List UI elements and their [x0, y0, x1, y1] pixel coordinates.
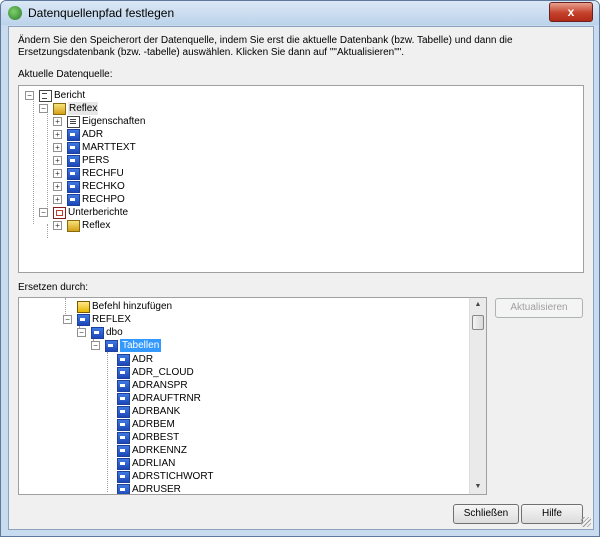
- node-label: Eigenschaften: [82, 116, 146, 127]
- node-label: PERS: [82, 155, 110, 166]
- close-window-button[interactable]: x: [549, 2, 593, 22]
- update-button[interactable]: Aktualisieren: [495, 298, 583, 318]
- app-icon: [8, 6, 22, 20]
- collapse-icon[interactable]: −: [39, 208, 48, 217]
- node-label: Tabellen: [120, 339, 162, 352]
- table-icon: [67, 194, 80, 206]
- vertical-scrollbar[interactable]: ▲ ▼: [469, 298, 486, 494]
- schema-icon: [91, 327, 104, 339]
- scroll-thumb[interactable]: [472, 315, 484, 330]
- table-icon: [117, 484, 130, 494]
- node-label: REFLEX: [92, 314, 131, 325]
- expand-icon[interactable]: +: [53, 117, 62, 126]
- replace-tree[interactable]: Befehl hinzufügen − REFLEX − dbo − Tabel…: [18, 297, 487, 495]
- properties-icon: [67, 116, 80, 128]
- table-icon: [67, 142, 80, 154]
- table-icon: [117, 458, 130, 470]
- table-icon: [117, 367, 130, 379]
- node-label: Reflex: [68, 102, 99, 115]
- node-label: RECHPO: [82, 194, 125, 205]
- resize-grip-icon[interactable]: [581, 517, 591, 527]
- collapse-icon[interactable]: −: [91, 341, 100, 350]
- node-label: ADR_CLOUD: [132, 367, 194, 378]
- node-label: MARTTEXT: [82, 142, 136, 153]
- tables-folder-icon: [105, 340, 118, 352]
- title-bar[interactable]: Datenquellenpfad festlegen x: [1, 1, 599, 25]
- node-label: ADRANSPR: [132, 380, 188, 391]
- node-label: ADRBEM: [132, 419, 175, 430]
- node-label: dbo: [106, 327, 123, 338]
- node-label: ADRKENNZ: [132, 445, 188, 456]
- database-connection-icon: [53, 103, 66, 115]
- close-button[interactable]: Schließen: [453, 504, 519, 524]
- node-label: RECHFU: [82, 168, 124, 179]
- database-icon: [77, 314, 90, 326]
- node-label: ADR: [82, 129, 104, 140]
- expand-icon[interactable]: +: [53, 195, 62, 204]
- expand-icon[interactable]: +: [53, 143, 62, 152]
- node-label: Befehl hinzufügen: [92, 301, 173, 312]
- table-icon: [67, 129, 80, 141]
- replace-label: Ersetzen durch:: [18, 282, 89, 293]
- node-label: Bericht: [54, 90, 86, 101]
- node-label: ADRBEST: [132, 432, 180, 443]
- current-source-label: Aktuelle Datenquelle:: [18, 69, 113, 80]
- node-label: ADRBANK: [132, 406, 181, 417]
- expand-icon[interactable]: +: [53, 169, 62, 178]
- collapse-icon[interactable]: −: [25, 91, 34, 100]
- expand-icon[interactable]: +: [53, 221, 62, 230]
- window-title: Datenquellenpfad festlegen: [28, 6, 175, 20]
- help-button[interactable]: Hilfe: [521, 504, 583, 524]
- node-label: Unterberichte: [68, 207, 129, 218]
- node-label: ADR: [132, 354, 154, 365]
- node-label: Reflex: [82, 220, 111, 231]
- description-text: Ändern Sie den Speicherort der Datenquel…: [18, 35, 513, 58]
- node-label: RECHKO: [82, 181, 125, 192]
- table-icon: [117, 406, 130, 418]
- table-icon: [117, 445, 130, 457]
- table-icon: [117, 471, 130, 483]
- node-label: ADRAUFTRNR: [132, 393, 201, 404]
- expand-icon[interactable]: +: [53, 130, 62, 139]
- table-icon: [67, 181, 80, 193]
- table-icon: [117, 354, 130, 366]
- scroll-up-icon[interactable]: ▲: [470, 298, 486, 312]
- expand-icon[interactable]: +: [53, 182, 62, 191]
- table-icon: [67, 155, 80, 167]
- collapse-icon[interactable]: −: [77, 328, 86, 337]
- dialog-body: Ändern Sie den Speicherort der Datenquel…: [8, 26, 594, 530]
- database-connection-icon: [67, 220, 80, 232]
- node-label: ADRSTICHWORT: [132, 471, 214, 482]
- node-label: ADRUSER: [132, 484, 181, 495]
- collapse-icon[interactable]: −: [63, 315, 72, 324]
- table-icon: [117, 380, 130, 392]
- collapse-icon[interactable]: −: [39, 104, 48, 113]
- table-icon: [117, 419, 130, 431]
- scroll-down-icon[interactable]: ▼: [470, 480, 486, 494]
- table-icon: [67, 168, 80, 180]
- add-command-icon: [77, 301, 90, 313]
- table-icon: [117, 393, 130, 405]
- subreport-icon: [53, 207, 66, 219]
- dialog-window: Datenquellenpfad festlegen x Ändern Sie …: [0, 0, 600, 537]
- report-icon: [39, 90, 52, 102]
- current-source-tree[interactable]: − Bericht − Reflex + Eigenschaften + ADR…: [18, 85, 584, 273]
- table-icon: [117, 432, 130, 444]
- node-label: ADRLIAN: [132, 458, 176, 469]
- expand-icon[interactable]: +: [53, 156, 62, 165]
